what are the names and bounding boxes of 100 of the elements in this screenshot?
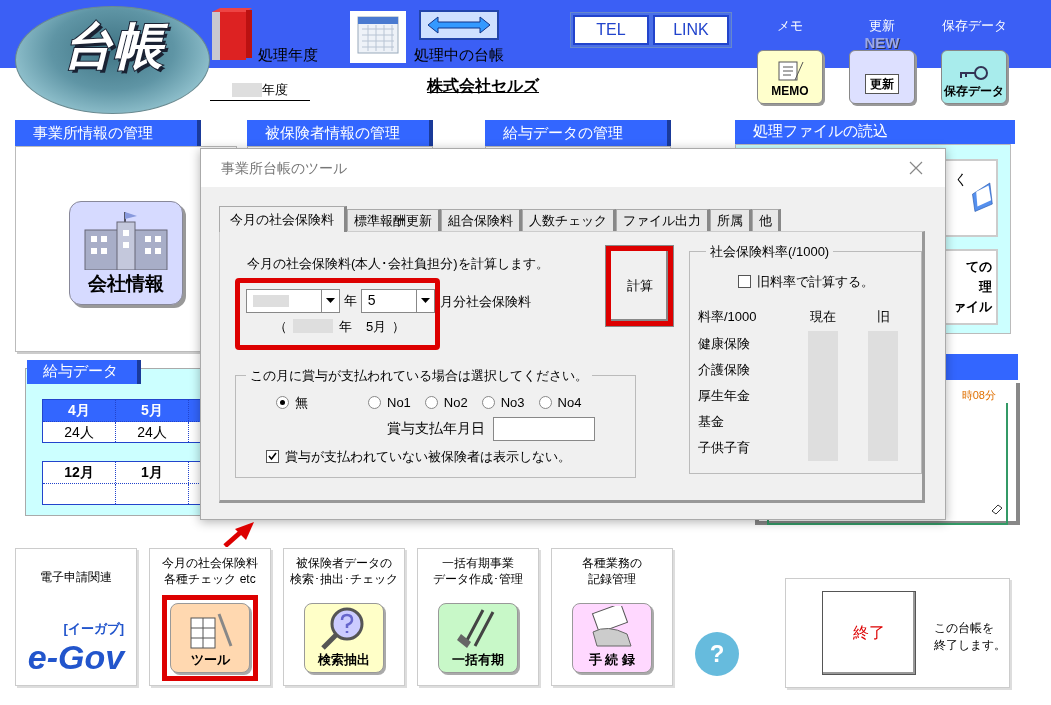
- dropdown[interactable]: 5: [360, 288, 435, 313]
- tile-icon-box: 一括有期: [438, 603, 518, 673]
- blurred-value: [232, 82, 262, 97]
- count-cell: 24人: [116, 422, 189, 442]
- notepad-icon: [775, 59, 805, 82]
- tile-caption: データ作成･管理: [433, 571, 523, 587]
- tile-caption: 各種業務の: [582, 555, 642, 571]
- month-header: 4月: [43, 400, 116, 421]
- radio-button[interactable]: [276, 396, 289, 410]
- tab[interactable]: 所属: [710, 209, 752, 231]
- tab[interactable]: 今月の社会保険料: [219, 206, 347, 232]
- tab[interactable]: 人数チェック: [522, 209, 616, 231]
- bonus-legend: この月に賞与が支払われている場合は選択してください。: [246, 365, 592, 385]
- tile-icon-box: ツール: [170, 603, 250, 673]
- link-button[interactable]: LINK: [653, 15, 729, 45]
- company-info-button[interactable]: 会社情報: [69, 201, 183, 305]
- panel-header: 処理ファイルの読込: [735, 120, 1015, 144]
- switch-button[interactable]: [419, 9, 499, 40]
- intro-text: 今月の社会保険料(本人･会社負担分)を計算します。: [246, 255, 550, 273]
- checkbox[interactable]: [266, 449, 279, 463]
- egov-logo: [イーガブ] e-Gov: [27, 620, 125, 675]
- radio-button[interactable]: [424, 396, 438, 410]
- exit-note: この台帳を: [934, 620, 995, 637]
- tile-caption: 被保険者データの: [296, 555, 392, 571]
- rate-label: 基金: [698, 413, 725, 431]
- tool-label: 保存データ: [941, 17, 1007, 35]
- blurred-value: [253, 294, 289, 307]
- tile-button[interactable]: 検索抽出: [296, 595, 392, 681]
- tile-button[interactable]: [イーガブ] e-Gov: [19, 593, 133, 683]
- month-header: 1月: [116, 462, 189, 483]
- panel-header: 被保険者情報の管理: [247, 120, 433, 146]
- tile-caption: 今月の社会保険料: [162, 555, 258, 571]
- exit-button[interactable]: 終了: [822, 591, 916, 675]
- date-label: 賞与支払年月日: [387, 419, 485, 438]
- tile-button[interactable]: 一括有期: [430, 595, 526, 681]
- column-header: 旧: [875, 308, 891, 326]
- key-icon: [959, 63, 989, 82]
- save-button[interactable]: 保存データ: [941, 49, 1007, 104]
- month-header: 5月: [116, 400, 189, 421]
- tile-caption: 一括有期事業: [442, 555, 514, 571]
- rate-label: 健康保険: [698, 335, 751, 353]
- checkbox-label: 旧料率で計算する。: [756, 272, 874, 291]
- tool-label: メモ: [777, 17, 803, 35]
- column-header: 現在: [809, 308, 837, 326]
- clock-time: 時08分: [961, 388, 996, 403]
- radio-label: No2: [443, 394, 468, 412]
- double-arrow-icon: [426, 14, 492, 35]
- radio-label: 無: [295, 394, 308, 412]
- rates-legend: 社会保険料率(/1000): [706, 242, 834, 262]
- exit-note: 終了します。: [934, 637, 1006, 654]
- binder-icon: [210, 6, 254, 62]
- ledger-label: 処理中の台帳: [414, 44, 504, 65]
- close-button[interactable]: [907, 159, 925, 177]
- radio-button[interactable]: [538, 396, 552, 410]
- month-header: 12月: [43, 462, 116, 483]
- tile-icon-box: 手 続 録: [572, 603, 652, 673]
- panel-header: 事業所情報の管理: [15, 120, 201, 146]
- eraser-icon: [990, 503, 1004, 515]
- radio-label: No4: [557, 394, 582, 412]
- panel-header: 給与データの管理: [485, 120, 671, 146]
- calculate-button[interactable]: 計算: [606, 246, 673, 326]
- caret-icon: [325, 298, 335, 303]
- calendar-icon: [350, 11, 406, 63]
- rate-label: 厚生年金: [698, 387, 751, 405]
- checkbox-label: 賞与が支払われていない被保険者は表示しない。: [285, 447, 571, 466]
- period-year-unit: 年: [339, 317, 352, 336]
- caret-icon: [421, 298, 430, 303]
- tab[interactable]: 標準報酬更新: [347, 209, 441, 231]
- radio-button[interactable]: [368, 396, 381, 410]
- tile-icon-box: 検索抽出: [304, 603, 384, 673]
- tile-caption: 各種チェック etc: [164, 571, 256, 587]
- month-suffix: 月分社会保険料: [440, 292, 531, 311]
- period-month: 5月: [366, 317, 387, 336]
- column-header: 料率/1000: [698, 308, 758, 326]
- tab[interactable]: 組合保険料: [441, 209, 522, 231]
- pointer-arrow: [222, 521, 256, 547]
- rate-label: 子供子育: [698, 439, 751, 457]
- tile-button[interactable]: 手 続 録: [564, 595, 660, 681]
- dropdown[interactable]: [246, 288, 340, 313]
- year-unit: 年: [342, 291, 358, 310]
- date-field[interactable]: [493, 416, 595, 441]
- count-cell: 24人: [43, 422, 116, 442]
- radio-label: No3: [500, 394, 525, 412]
- tab[interactable]: 他: [752, 209, 781, 231]
- fiscal-year-suffix: 年度: [262, 81, 288, 99]
- memo-button[interactable]: MEMO: [757, 49, 823, 104]
- company-name: 株式会社セルズ: [427, 76, 541, 96]
- period-open: （: [274, 317, 287, 336]
- building-icon: [83, 211, 169, 270]
- close-icon: [909, 161, 923, 175]
- tab[interactable]: ファイル出力: [616, 209, 710, 231]
- tile-button[interactable]: ツール: [162, 595, 258, 681]
- radio-label: No1: [387, 394, 411, 412]
- link-button[interactable]: TEL: [573, 15, 649, 45]
- period-close: ）: [392, 317, 406, 336]
- tile-caption: 検索･抽出･チェック: [290, 571, 398, 587]
- tile-caption: 記録管理: [588, 571, 636, 587]
- radio-button[interactable]: [481, 396, 495, 410]
- checkbox[interactable]: [737, 274, 751, 288]
- tile-caption: 電子申請関連: [40, 569, 112, 585]
